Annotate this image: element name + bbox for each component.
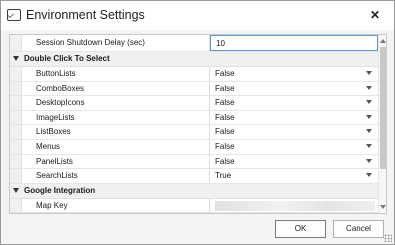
resize-grip-icon[interactable] bbox=[384, 234, 392, 242]
cancel-button[interactable]: Cancel bbox=[333, 220, 384, 238]
property-name: PanelLists bbox=[22, 154, 210, 169]
property-row-menus[interactable]: Menus False bbox=[10, 139, 378, 155]
property-value-dropdown[interactable]: False bbox=[210, 96, 378, 110]
property-name: ListBoxes bbox=[22, 125, 210, 139]
settings-window-icon bbox=[7, 9, 21, 21]
property-value: False bbox=[215, 141, 235, 151]
property-name: Session Shutdown Delay (sec) bbox=[22, 35, 210, 51]
row-gutter bbox=[10, 81, 22, 96]
row-gutter bbox=[10, 125, 22, 139]
collapse-chevron-icon[interactable] bbox=[13, 187, 19, 193]
property-value-dropdown[interactable]: False bbox=[210, 82, 378, 96]
property-value-dropdown[interactable]: False bbox=[210, 125, 378, 139]
property-name: Map Key bbox=[22, 198, 210, 213]
ok-button[interactable]: OK bbox=[275, 220, 326, 238]
row-gutter bbox=[10, 198, 22, 213]
collapse-chevron-icon[interactable] bbox=[13, 56, 19, 61]
dropdown-arrow-icon[interactable] bbox=[366, 143, 372, 148]
property-name: Menus bbox=[22, 139, 210, 154]
property-value: False bbox=[215, 83, 235, 93]
property-name: SearchLists bbox=[22, 169, 210, 183]
property-row-comboboxes[interactable]: ComboBoxes False bbox=[10, 81, 378, 97]
property-row-listboxes[interactable]: ListBoxes False bbox=[10, 125, 378, 140]
dropdown-arrow-icon[interactable] bbox=[366, 173, 372, 178]
property-row-desktopicons[interactable]: DesktopIcons False bbox=[10, 96, 378, 111]
property-value: False bbox=[215, 127, 235, 137]
scroll-down-arrow-icon[interactable] bbox=[380, 205, 386, 209]
category-label: Google Integration bbox=[24, 185, 96, 195]
scroll-up-arrow-icon[interactable] bbox=[380, 39, 386, 43]
dropdown-arrow-icon[interactable] bbox=[366, 71, 372, 75]
scroll-thumb[interactable] bbox=[380, 47, 386, 169]
property-row-session-shutdown-delay[interactable]: Session Shutdown Delay (sec) 10 bbox=[10, 35, 378, 52]
property-row-panellists[interactable]: PanelLists False bbox=[10, 154, 378, 170]
property-grid: Session Shutdown Delay (sec) 10 Double C… bbox=[9, 34, 387, 214]
property-value: False bbox=[215, 112, 235, 122]
dropdown-arrow-icon[interactable] bbox=[366, 158, 372, 163]
property-value: False bbox=[215, 69, 235, 78]
property-value-dropdown[interactable]: False bbox=[210, 155, 378, 169]
property-value-dropdown[interactable]: False bbox=[210, 67, 378, 81]
dropdown-arrow-icon[interactable] bbox=[366, 85, 372, 90]
map-key-redacted-value[interactable] bbox=[215, 200, 375, 211]
dropdown-arrow-icon[interactable] bbox=[366, 129, 372, 134]
category-label: Double Click To Select bbox=[24, 54, 110, 63]
property-name: ButtonLists bbox=[22, 67, 210, 81]
row-gutter bbox=[10, 154, 22, 169]
row-gutter bbox=[10, 35, 22, 51]
property-row-map-key[interactable]: Map Key bbox=[10, 198, 378, 213]
row-gutter bbox=[10, 139, 22, 154]
environment-settings-dialog: Environment Settings ✕ Session Shutdown … bbox=[0, 0, 395, 245]
dropdown-arrow-icon[interactable] bbox=[366, 100, 372, 105]
property-row-imagelists[interactable]: ImageLists False bbox=[10, 110, 378, 126]
property-row-buttonlists[interactable]: ButtonLists False bbox=[10, 67, 378, 82]
category-google-integration[interactable]: Google Integration bbox=[10, 183, 378, 199]
property-row-searchlists[interactable]: SearchLists True bbox=[10, 169, 378, 184]
row-gutter bbox=[10, 67, 22, 81]
property-value-dropdown[interactable]: True bbox=[210, 169, 378, 183]
property-value: True bbox=[215, 171, 232, 181]
dropdown-arrow-icon[interactable] bbox=[366, 114, 372, 119]
property-name: DesktopIcons bbox=[22, 96, 210, 110]
row-gutter bbox=[10, 110, 22, 125]
property-value-dropdown[interactable]: False bbox=[210, 140, 378, 154]
session-shutdown-delay-input[interactable]: 10 bbox=[210, 35, 378, 51]
property-name: ImageLists bbox=[22, 110, 210, 125]
row-gutter bbox=[10, 96, 22, 110]
property-value: False bbox=[215, 98, 235, 108]
vertical-scrollbar[interactable] bbox=[378, 35, 386, 213]
close-button[interactable]: ✕ bbox=[365, 6, 385, 24]
property-name: ComboBoxes bbox=[22, 81, 210, 96]
property-value: False bbox=[215, 156, 235, 166]
dialog-title: Environment Settings bbox=[26, 8, 145, 22]
property-value-dropdown[interactable]: False bbox=[210, 111, 378, 125]
title-bar: Environment Settings ✕ bbox=[1, 1, 394, 30]
category-double-click-to-select[interactable]: Double Click To Select bbox=[10, 52, 378, 67]
row-gutter bbox=[10, 169, 22, 183]
property-rows: Session Shutdown Delay (sec) 10 Double C… bbox=[10, 35, 378, 213]
